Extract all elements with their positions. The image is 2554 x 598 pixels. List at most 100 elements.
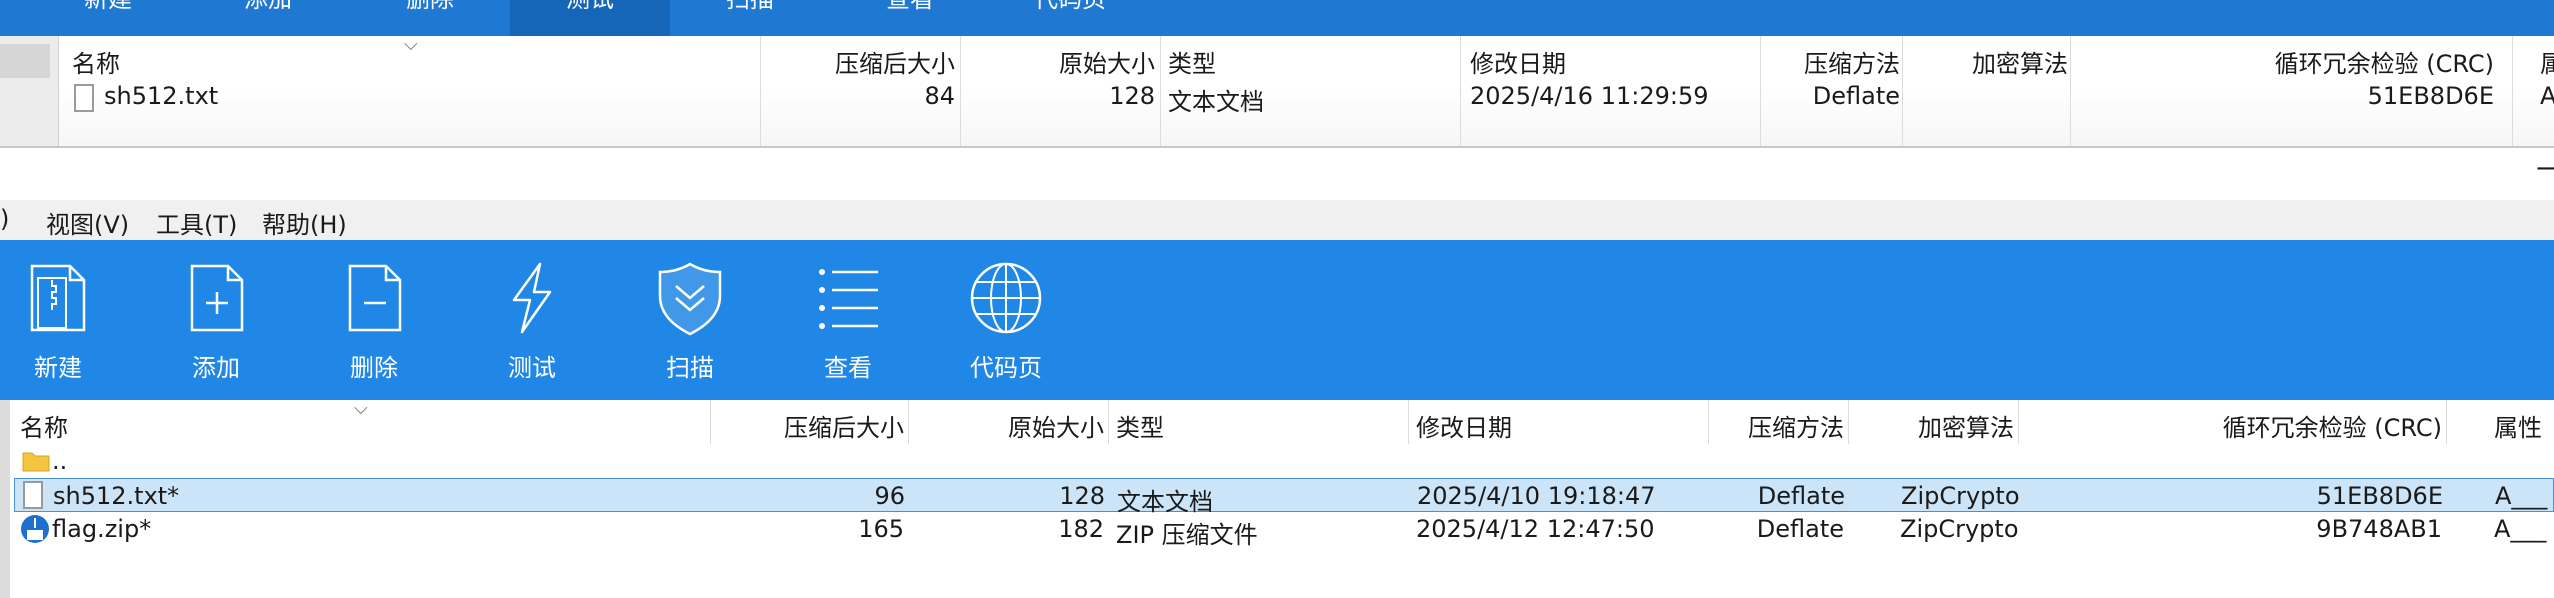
new-label: 新建 bbox=[34, 354, 82, 382]
add-label: 添加 bbox=[192, 354, 240, 382]
list-item[interactable]: flag.zip* 165 182 ZIP 压缩文件 2025/4/12 12:… bbox=[14, 512, 2554, 549]
top-col-encryption[interactable]: 加密算法 bbox=[1972, 44, 2068, 79]
row-packed: 165 bbox=[858, 515, 904, 543]
top-toolbar-test-button[interactable]: 测试 bbox=[510, 0, 670, 36]
top-col-size[interactable]: 原始大小 bbox=[980, 44, 1155, 79]
codepage-label: 代码页 bbox=[970, 354, 1042, 382]
row-encryption: ZipCrypto bbox=[1900, 515, 2019, 543]
col-method[interactable]: 压缩方法 bbox=[1664, 408, 1844, 443]
row-modified: 2025/4/12 12:47:50 bbox=[1416, 515, 1655, 543]
row-size: 128 bbox=[1059, 482, 1105, 510]
left-pane-edge bbox=[0, 400, 10, 598]
menu-help[interactable]: 帮助(H) bbox=[262, 205, 347, 240]
col-divider bbox=[2512, 36, 2513, 146]
row-name: sh512.txt* bbox=[53, 482, 180, 510]
top-toolbar-scan-label: 扫描 bbox=[726, 0, 774, 13]
row-type: ZIP 压缩文件 bbox=[1116, 521, 1258, 549]
top-toolbar-new-button[interactable]: 新建 bbox=[28, 0, 188, 36]
col-divider bbox=[1160, 36, 1161, 146]
delete-label: 删除 bbox=[350, 354, 398, 382]
top-left-pane bbox=[0, 36, 59, 146]
scan-button[interactable]: 扫描 bbox=[630, 258, 750, 398]
col-encryption[interactable]: 加密算法 bbox=[1918, 408, 2014, 443]
add-button[interactable]: 添加 bbox=[156, 258, 276, 398]
col-attr[interactable]: 属性 bbox=[2494, 408, 2542, 443]
delete-button[interactable]: 删除 bbox=[314, 258, 434, 398]
test-label: 测试 bbox=[508, 354, 556, 382]
top-toolbar-add-button[interactable]: 添加 bbox=[188, 0, 348, 36]
list-item-parent[interactable]: .. bbox=[14, 444, 2554, 478]
col-divider bbox=[1902, 36, 1903, 146]
top-row-crc: 51EB8D6E bbox=[2367, 82, 2494, 110]
top-toolbar-delete-button[interactable]: 删除 bbox=[350, 0, 510, 36]
menu-tools[interactable]: 工具(T) bbox=[156, 205, 237, 240]
top-toolbar: 新建 添加 删除 测试 扫描 查看 代码页 bbox=[0, 0, 2554, 36]
menu-bar bbox=[0, 200, 2554, 240]
col-divider bbox=[760, 36, 761, 146]
view-button[interactable]: 查看 bbox=[788, 258, 908, 398]
codepage-button[interactable]: 代码页 bbox=[946, 258, 1066, 398]
col-name[interactable]: 名称 bbox=[20, 408, 68, 443]
col-modified[interactable]: 修改日期 bbox=[1416, 408, 1512, 443]
top-row-type: 文本文档 bbox=[1168, 88, 1264, 116]
top-toolbar-delete-label: 删除 bbox=[406, 0, 454, 13]
top-toolbar-test-label: 测试 bbox=[566, 0, 614, 13]
col-divider bbox=[1460, 36, 1461, 146]
col-type[interactable]: 类型 bbox=[1116, 408, 1164, 443]
top-row-attr: A bbox=[2540, 82, 2554, 110]
row-crc: 51EB8D6E bbox=[2316, 482, 2443, 510]
text-file-icon bbox=[23, 481, 43, 509]
row-method: Deflate bbox=[1757, 482, 1845, 510]
row-crc: 9B748AB1 bbox=[2316, 515, 2442, 543]
sort-chevron-icon: ⌵ bbox=[354, 398, 368, 419]
top-left-pane-cell bbox=[0, 44, 50, 78]
top-col-method[interactable]: 压缩方法 bbox=[1720, 44, 1900, 79]
col-packed[interactable]: 压缩后大小 bbox=[730, 408, 904, 443]
menu-partial[interactable]: ) bbox=[0, 205, 9, 233]
title-bar bbox=[0, 148, 2554, 200]
add-file-icon bbox=[190, 264, 244, 332]
top-col-modified[interactable]: 修改日期 bbox=[1470, 44, 1566, 79]
list-item-selected[interactable]: sh512.txt* 96 128 文本文档 2025/4/10 19:18:4… bbox=[14, 478, 2554, 516]
top-col-attr[interactable]: 属 bbox=[2540, 44, 2554, 79]
top-toolbar-scan-button[interactable]: 扫描 bbox=[670, 0, 830, 36]
col-size[interactable]: 原始大小 bbox=[930, 408, 1104, 443]
scan-label: 扫描 bbox=[666, 354, 714, 382]
shield-icon bbox=[658, 262, 722, 336]
top-row-name[interactable]: sh512.txt bbox=[104, 82, 218, 110]
text-file-icon bbox=[74, 84, 94, 112]
top-toolbar-view-label: 查看 bbox=[886, 0, 934, 13]
row-name: flag.zip* bbox=[52, 515, 152, 543]
row-packed: 96 bbox=[874, 482, 905, 510]
column-header: 名称 ⌵ 压缩后大小 原始大小 类型 修改日期 压缩方法 加密算法 循环冗余检验… bbox=[0, 398, 2554, 444]
view-label: 查看 bbox=[824, 354, 872, 382]
top-col-crc[interactable]: 循环冗余检验 (CRC) bbox=[2160, 44, 2494, 79]
row-method: Deflate bbox=[1756, 515, 1844, 543]
lightning-icon bbox=[512, 262, 552, 334]
col-divider bbox=[2070, 36, 2071, 146]
menu-view[interactable]: 视图(V) bbox=[46, 205, 129, 240]
top-file-list: sh512.txt 84 128 文本文档 2025/4/16 11:29:59… bbox=[0, 82, 2554, 146]
top-row-modified: 2025/4/16 11:29:59 bbox=[1470, 82, 1709, 110]
test-button[interactable]: 测试 bbox=[472, 258, 592, 398]
row-modified: 2025/4/10 19:18:47 bbox=[1417, 482, 1656, 510]
row-attr: A___ bbox=[2494, 515, 2547, 543]
row-attr: A___ bbox=[2495, 482, 2548, 510]
top-col-name[interactable]: 名称 bbox=[72, 44, 120, 79]
globe-icon bbox=[970, 262, 1042, 334]
sort-chevron-icon: ⌵ bbox=[404, 34, 418, 55]
row-encryption: ZipCrypto bbox=[1901, 482, 2020, 510]
top-row-size: 128 bbox=[1109, 82, 1155, 110]
top-toolbar-view-button[interactable]: 查看 bbox=[830, 0, 990, 36]
top-toolbar-add-label: 添加 bbox=[244, 0, 292, 13]
new-button[interactable]: 新建 bbox=[0, 258, 118, 398]
col-crc[interactable]: 循环冗余检验 (CRC) bbox=[2106, 408, 2442, 443]
list-view-icon bbox=[819, 269, 878, 329]
top-col-packed[interactable]: 压缩后大小 bbox=[780, 44, 955, 79]
row-name: .. bbox=[52, 447, 68, 475]
delete-file-icon bbox=[348, 264, 402, 332]
minimize-button[interactable]: — bbox=[2536, 150, 2554, 190]
top-toolbar-codepage-button[interactable]: 代码页 bbox=[990, 0, 1150, 36]
top-toolbar-new-label: 新建 bbox=[84, 0, 132, 13]
top-col-type[interactable]: 类型 bbox=[1168, 44, 1216, 79]
